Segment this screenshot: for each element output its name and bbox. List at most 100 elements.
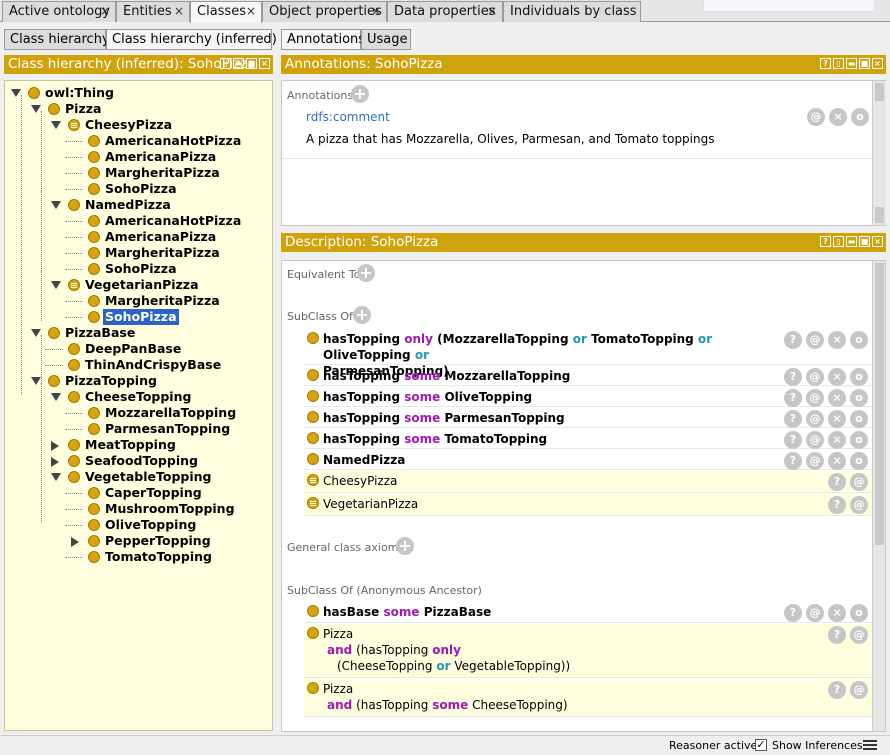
tree-node[interactable]: SohoPizza <box>5 261 272 277</box>
tree-node-label[interactable]: PizzaBase <box>63 325 137 341</box>
help-button[interactable]: ? <box>784 389 802 407</box>
add-gca-button[interactable]: + <box>396 537 414 555</box>
tree-node[interactable]: MushroomTopping <box>5 501 272 517</box>
tree-node[interactable]: MargheritaPizza <box>5 165 272 181</box>
tree-node-label[interactable]: CheesyPizza <box>83 117 174 133</box>
expanded-toggle-icon[interactable] <box>31 329 41 337</box>
tree-node-label[interactable]: DeepPanBase <box>83 341 183 357</box>
delete-button[interactable]: × <box>828 331 846 349</box>
help-button[interactable]: ? <box>784 368 802 386</box>
help-button[interactable]: ? <box>784 431 802 449</box>
ancestor-row[interactable]: Pizza and (hasTopping some CheeseTopping… <box>304 679 872 717</box>
tree-node[interactable]: CheeseTopping <box>5 389 272 405</box>
tree-node[interactable]: ThinAndCrispyBase <box>5 357 272 373</box>
maximize-icon[interactable]: ■ <box>859 236 870 247</box>
tree-node[interactable]: MozzarellaTopping <box>5 405 272 421</box>
tab-individuals-by-class[interactable]: Individuals by class <box>503 1 641 22</box>
tree-node[interactable]: CheesyPizza <box>5 117 272 133</box>
tree-node-label[interactable]: PepperTopping <box>103 533 213 549</box>
subclass-row[interactable]: hasTopping some ParmesanTopping? @ × o <box>304 408 872 428</box>
subclass-row[interactable]: CheesyPizza? @ <box>304 471 872 493</box>
expanded-toggle-icon[interactable] <box>51 393 61 401</box>
help-button[interactable]: ? <box>784 452 802 470</box>
tree-node-label[interactable]: AmericanaPizza <box>103 149 218 165</box>
tab-active-ontology[interactable]: Active ontology × <box>2 1 116 22</box>
subclass-row[interactable]: VegetarianPizza? @ <box>304 494 872 516</box>
subclass-row[interactable]: NamedPizza? @ × o <box>304 450 872 470</box>
tree-node-label[interactable]: Pizza <box>63 101 103 117</box>
tree-node-label[interactable]: ParmesanTopping <box>103 421 232 437</box>
subclass-row[interactable]: hasTopping some TomatoTopping? @ × o <box>304 429 872 449</box>
tab-entities[interactable]: Entities × <box>116 1 190 22</box>
tree-node[interactable]: AmericanaHotPizza <box>5 213 272 229</box>
tree-node-label[interactable]: TomatoTopping <box>103 549 214 565</box>
tree-node-label[interactable]: VegetarianPizza <box>83 277 201 293</box>
annotate-button[interactable]: @ <box>806 368 824 386</box>
tree-node-label[interactable]: ThinAndCrispyBase <box>83 357 223 373</box>
tree-node[interactable]: MargheritaPizza <box>5 245 272 261</box>
tree-node[interactable]: PizzaTopping <box>5 373 272 389</box>
edit-button[interactable]: o <box>850 604 868 622</box>
annotate-button[interactable]: @ <box>850 681 868 699</box>
tree-node[interactable]: DeepPanBase <box>5 341 272 357</box>
tree-node[interactable]: VegetableTopping <box>5 469 272 485</box>
annotations-scrollbar[interactable] <box>872 81 886 225</box>
tree-node-label[interactable]: SeafoodTopping <box>83 453 200 469</box>
help-icon[interactable]: ? <box>820 236 831 247</box>
tree-node-label[interactable]: CaperTopping <box>103 485 204 501</box>
annotate-button[interactable]: @ <box>806 389 824 407</box>
delete-button[interactable]: × <box>828 452 846 470</box>
expanded-toggle-icon[interactable] <box>51 121 61 129</box>
annotate-button[interactable]: @ <box>806 604 824 622</box>
tree-node[interactable]: PepperTopping <box>5 533 272 549</box>
delete-button[interactable]: × <box>828 604 846 622</box>
collapsed-toggle-icon[interactable] <box>51 441 59 451</box>
subclass-row[interactable]: hasTopping some MozzarellaTopping? @ × o <box>304 366 872 386</box>
tree-node-label[interactable]: MozzarellaTopping <box>103 405 238 421</box>
tree-node-label[interactable]: AmericanaHotPizza <box>103 133 243 149</box>
edit-button[interactable]: o <box>850 410 868 428</box>
delete-button[interactable]: × <box>828 410 846 428</box>
scroll-thumb[interactable] <box>875 207 884 223</box>
annotate-button[interactable]: @ <box>806 431 824 449</box>
close-icon[interactable]: × <box>371 2 381 21</box>
delete-button[interactable]: × <box>829 108 847 126</box>
delete-button[interactable]: × <box>828 389 846 407</box>
tree-node[interactable]: SohoPizza <box>5 181 272 197</box>
tree-node-label[interactable]: MushroomTopping <box>103 501 237 517</box>
expanded-toggle-icon[interactable] <box>31 377 41 385</box>
split-icon[interactable]: ▯ <box>833 236 844 247</box>
tree-node-label[interactable]: NamedPizza <box>83 197 173 213</box>
tree-node[interactable]: Pizza <box>5 101 272 117</box>
help-button[interactable]: ? <box>828 496 846 514</box>
ancestor-row[interactable]: Pizza and (hasTopping only (CheeseToppin… <box>304 624 872 678</box>
maximize-icon[interactable]: ■ <box>246 58 257 69</box>
help-button[interactable]: ? <box>828 681 846 699</box>
minimize-icon[interactable]: ▬ <box>846 236 857 247</box>
close-icon[interactable]: × <box>487 2 497 21</box>
tree-node[interactable]: VegetarianPizza <box>5 277 272 293</box>
tree-node[interactable]: SohoPizza <box>5 309 272 325</box>
close-icon[interactable]: × <box>100 2 110 21</box>
annotate-button[interactable]: @ <box>850 473 868 491</box>
tree-node-label[interactable]: MargheritaPizza <box>103 165 222 181</box>
tab-annotations[interactable]: Annotations <box>281 29 365 50</box>
maximize-icon[interactable]: ■ <box>859 58 870 69</box>
annotate-button[interactable]: @ <box>806 410 824 428</box>
collapsed-toggle-icon[interactable] <box>71 537 79 547</box>
tree-node-label[interactable]: SohoPizza <box>103 261 179 277</box>
scroll-thumb[interactable] <box>875 263 884 545</box>
edit-button[interactable]: o <box>850 431 868 449</box>
delete-button[interactable]: × <box>828 368 846 386</box>
tree-node-label[interactable]: SohoPizza <box>103 309 179 325</box>
split-icon[interactable]: ▯ <box>833 58 844 69</box>
split-icon[interactable]: ▯ <box>220 58 231 69</box>
tree-node-label[interactable]: VegetableTopping <box>83 469 214 485</box>
annotate-button[interactable]: @ <box>806 452 824 470</box>
description-scrollbar[interactable] <box>872 261 885 731</box>
annotate-button[interactable]: @ <box>807 108 825 126</box>
tree-node-label[interactable]: MargheritaPizza <box>103 245 222 261</box>
tree-node[interactable]: TomatoTopping <box>5 549 272 565</box>
edit-button[interactable]: o <box>850 389 868 407</box>
collapsed-toggle-icon[interactable] <box>51 457 59 467</box>
